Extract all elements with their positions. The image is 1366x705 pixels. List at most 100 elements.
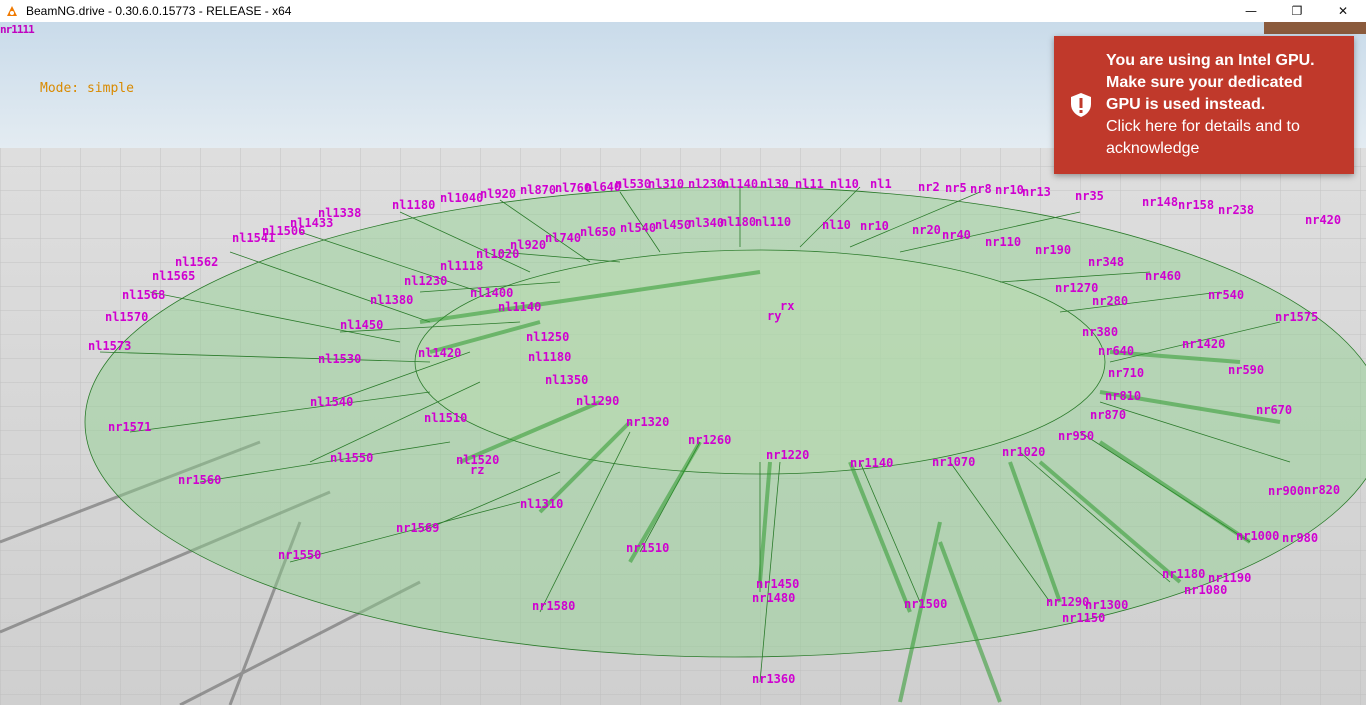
node-label: nl180 xyxy=(720,215,756,229)
node-label: nr1020 xyxy=(1002,445,1045,459)
node-label: nr158 xyxy=(1178,198,1214,212)
node-label: nr1510 xyxy=(626,541,669,555)
node-label: nr820 xyxy=(1304,483,1340,497)
node-label: nr670 xyxy=(1256,403,1292,417)
node-label: nl540 xyxy=(620,221,656,235)
node-label: nr1300 xyxy=(1085,598,1128,612)
window-controls: — ❐ ✕ xyxy=(1228,0,1366,22)
node-label: nr1571 xyxy=(108,420,151,434)
beamng-logo-icon xyxy=(4,3,20,19)
node-label: nl740 xyxy=(545,231,581,245)
node-label: nl1450 xyxy=(340,318,383,332)
shield-exclamation-icon xyxy=(1056,92,1106,118)
node-label: nr460 xyxy=(1145,269,1181,283)
node-label: nr1070 xyxy=(932,455,975,469)
node-label: nr1360 xyxy=(752,672,795,686)
node-label: nr380 xyxy=(1082,325,1118,339)
node-label: nr590 xyxy=(1228,363,1264,377)
node-label: nl11 xyxy=(795,177,824,191)
node-label: nr1080 xyxy=(1184,583,1227,597)
node-label: nl920 xyxy=(480,187,516,201)
node-label: nr1575 xyxy=(1275,310,1318,324)
node-label: nl1180 xyxy=(392,198,435,212)
node-label: nl1 xyxy=(870,177,892,191)
node-label: nl1573 xyxy=(88,339,131,353)
debug-overlay-text: nr1111 xyxy=(0,23,35,36)
node-label: nr1450 xyxy=(756,577,799,591)
notification-link[interactable]: acknowledge xyxy=(1106,138,1315,160)
node-label: nl1530 xyxy=(318,352,361,366)
node-label: nr710 xyxy=(1108,366,1144,380)
node-label: nr10 xyxy=(860,219,889,233)
node-label: nr280 xyxy=(1092,294,1128,308)
node-label: nl1568 xyxy=(122,288,165,302)
background-object xyxy=(1264,22,1366,34)
node-label: nl450 xyxy=(655,218,691,232)
node-label: nr20 xyxy=(912,223,941,237)
node-label: nr1270 xyxy=(1055,281,1098,295)
node-label: nl1540 xyxy=(310,395,353,409)
node-label: nr35 xyxy=(1075,189,1104,203)
notification-link[interactable]: Click here for details and to xyxy=(1106,116,1315,138)
node-label: nl340 xyxy=(688,216,724,230)
node-label: nl140 xyxy=(722,177,758,191)
notification-message: You are using an Intel GPU. Make sure yo… xyxy=(1106,50,1325,160)
node-label: nr950 xyxy=(1058,429,1094,443)
node-label: nr10 xyxy=(995,183,1024,197)
node-label: nl1230 xyxy=(404,274,447,288)
node-label: rz xyxy=(470,463,484,477)
node-label: nr1569 xyxy=(396,521,439,535)
node-label: nr1290 xyxy=(1046,595,1089,609)
node-label: nr40 xyxy=(942,228,971,242)
node-label: nl1380 xyxy=(370,293,413,307)
node-label: nl1541 xyxy=(232,231,275,245)
node-label: nr8 xyxy=(970,182,992,196)
game-viewport[interactable]: nl1338 nl1180 nl1040 nl920 nl870 nl760 n… xyxy=(0,22,1366,705)
node-label: nr1140 xyxy=(850,456,893,470)
node-label: nr5 xyxy=(945,181,967,195)
node-label: nl870 xyxy=(520,183,556,197)
node-label: nl1140 xyxy=(498,300,541,314)
restore-button[interactable]: ❐ xyxy=(1274,0,1320,22)
node-label: nr1580 xyxy=(532,599,575,613)
node-label: nl310 xyxy=(648,177,684,191)
node-label: nr1550 xyxy=(278,548,321,562)
node-label: nr2 xyxy=(918,180,940,194)
node-label: rx xyxy=(780,299,794,313)
node-label: nl1350 xyxy=(545,373,588,387)
window-title: BeamNG.drive - 0.30.6.0.15773 - RELEASE … xyxy=(26,4,292,18)
node-label: nr1260 xyxy=(688,433,731,447)
node-label: nl1420 xyxy=(418,346,461,360)
node-label: nr1180 xyxy=(1162,567,1205,581)
notification-line: Make sure your dedicated xyxy=(1106,74,1303,91)
node-label: nr1320 xyxy=(626,415,669,429)
window-titlebar: BeamNG.drive - 0.30.6.0.15773 - RELEASE … xyxy=(0,0,1366,22)
node-label: nr870 xyxy=(1090,408,1126,422)
node-label: nr1500 xyxy=(904,597,947,611)
node-label: nl1400 xyxy=(470,286,513,300)
node-label: nl1550 xyxy=(330,451,373,465)
node-label: nl10 xyxy=(822,218,851,232)
notification-line: GPU is used instead. xyxy=(1106,96,1266,113)
node-label: nl1565 xyxy=(152,269,195,283)
node-label: nl1118 xyxy=(440,259,483,273)
node-label: nr1420 xyxy=(1182,337,1225,351)
close-button[interactable]: ✕ xyxy=(1320,0,1366,22)
node-label: nr1150 xyxy=(1062,611,1105,625)
node-label: nl1040 xyxy=(440,191,483,205)
node-label: nr190 xyxy=(1035,243,1071,257)
node-label: nl530 xyxy=(615,177,651,191)
node-label: nl1510 xyxy=(424,411,467,425)
node-label: nl920 xyxy=(510,238,546,252)
node-label: nl650 xyxy=(580,225,616,239)
node-label: nl1180 xyxy=(528,350,571,364)
node-label: nr1220 xyxy=(766,448,809,462)
node-label: nl1310 xyxy=(520,497,563,511)
minimize-button[interactable]: — xyxy=(1228,0,1274,22)
node-label: nl30 xyxy=(760,177,789,191)
node-label: nr900 xyxy=(1268,484,1304,498)
node-label: nr640 xyxy=(1098,344,1134,358)
node-label: nl110 xyxy=(755,215,791,229)
gpu-warning-notification[interactable]: You are using an Intel GPU. Make sure yo… xyxy=(1054,36,1354,174)
node-label: nl1562 xyxy=(175,255,218,269)
